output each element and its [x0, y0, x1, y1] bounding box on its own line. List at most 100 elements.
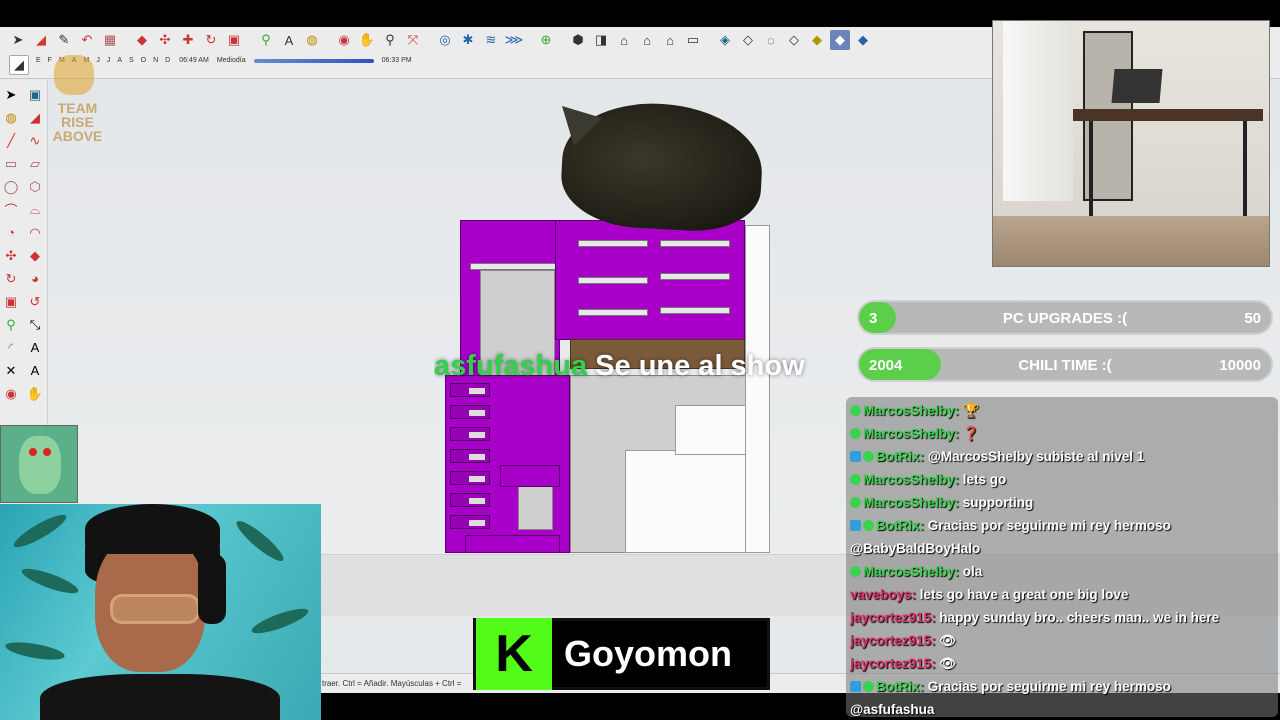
pan-icon[interactable]: ✋	[24, 383, 46, 404]
side-panel	[745, 225, 770, 553]
protractor-icon[interactable]: ◜	[0, 337, 22, 358]
desk-leg	[1243, 121, 1247, 216]
scale-icon[interactable]: ▣	[0, 291, 22, 312]
rotate-icon[interactable]: ↻	[0, 268, 22, 289]
left-view-icon[interactable]: ▭	[683, 30, 703, 50]
circle-icon[interactable]: ◯	[0, 176, 22, 197]
wardrobe-model[interactable]	[440, 215, 775, 555]
chat-username[interactable]: MarcosShelby	[863, 564, 955, 579]
shadow-icon[interactable]: ◆	[853, 30, 873, 50]
chat-username[interactable]: BotRix	[876, 518, 920, 533]
chat-message: jaycortez915: 👁	[850, 629, 1274, 652]
paint-bucket-icon[interactable]: ◍	[0, 107, 22, 128]
mascot-avatar	[0, 425, 78, 503]
iso-view-icon[interactable]: ⬢	[568, 30, 588, 50]
floor	[993, 216, 1269, 266]
line-icon[interactable]: ╱	[0, 130, 22, 151]
month-label[interactable]: O	[141, 57, 147, 64]
home-icon[interactable]: ⌂	[660, 30, 680, 50]
offset-icon[interactable]: ↺	[24, 291, 46, 312]
monochrome-icon[interactable]: ◆	[830, 30, 850, 50]
zoom-extents-icon[interactable]: ⤧	[403, 30, 423, 50]
shelf	[578, 309, 648, 316]
rotated-rectangle-icon[interactable]: ▱	[24, 153, 46, 174]
mascot-face	[19, 436, 61, 494]
leaf	[4, 638, 66, 664]
axes-icon[interactable]: ✕	[0, 360, 22, 381]
month-label[interactable]: S	[129, 57, 135, 64]
top-view-icon[interactable]: ◨	[591, 30, 611, 50]
goal-target: 50	[1244, 310, 1261, 327]
pan-icon[interactable]: ✋	[357, 30, 377, 50]
month-label[interactable]: N	[153, 57, 159, 64]
polygon-icon[interactable]: ⬡	[24, 176, 46, 197]
text-icon[interactable]: A	[279, 30, 299, 50]
month-label[interactable]: D	[165, 57, 171, 64]
tape-icon[interactable]: ⚲	[0, 314, 22, 335]
rectangle-icon[interactable]: ▦	[100, 30, 120, 50]
move-icon[interactable]: ✣	[155, 30, 175, 50]
hidden-line-icon[interactable]: ◌	[761, 30, 781, 50]
time-start-label: 06:49 AM	[179, 57, 209, 64]
bot-badge-icon	[850, 451, 861, 462]
chat-message: MarcosShelby: lets go	[850, 468, 1274, 491]
front-view-icon[interactable]: ⌂	[614, 30, 634, 50]
select-icon[interactable]: ➤	[0, 84, 22, 105]
paint-icon[interactable]: ✎	[54, 30, 74, 50]
push-pull-icon[interactable]: ◆	[132, 30, 152, 50]
shaded-icon[interactable]: ◇	[784, 30, 804, 50]
warehouse-icon[interactable]: ⊕	[536, 30, 556, 50]
orbit-icon[interactable]: ◉	[334, 30, 354, 50]
shelf	[578, 277, 648, 284]
chat-username[interactable]: BotRix	[876, 679, 920, 694]
chat-username[interactable]: MarcosShelby	[863, 403, 955, 418]
textured-icon[interactable]: ◆	[807, 30, 827, 50]
xray-icon[interactable]: ◈	[715, 30, 735, 50]
arc-icon[interactable]: ⌒	[0, 199, 22, 220]
eraser-icon[interactable]: ◢	[31, 30, 51, 50]
select-icon[interactable]: ➤	[8, 30, 28, 50]
styles-icon[interactable]: ≋	[481, 30, 501, 50]
text-icon[interactable]: A	[24, 337, 46, 358]
section-icon[interactable]: ◎	[435, 30, 455, 50]
rectangle-icon[interactable]: ▭	[0, 153, 22, 174]
stair-step	[450, 405, 490, 419]
time-slider[interactable]	[253, 58, 374, 63]
push-pull-icon[interactable]: ◆	[24, 245, 46, 266]
chat-username[interactable]: MarcosShelby	[863, 495, 955, 510]
wireframe-icon[interactable]: ◇	[738, 30, 758, 50]
status-text: traer. Ctrl = Añadir. Mayúsculas + Ctrl …	[322, 679, 462, 688]
chat-username[interactable]: MarcosShelby	[863, 426, 955, 441]
right-view-icon[interactable]: ⌂	[637, 30, 657, 50]
3d-text-icon[interactable]: A	[24, 360, 46, 381]
tape-icon[interactable]: ⚲	[256, 30, 276, 50]
rotate-icon[interactable]: ✚	[178, 30, 198, 50]
orbit-icon[interactable]: ◉	[0, 383, 22, 404]
offset-icon[interactable]: ▣	[224, 30, 244, 50]
chat-message: MarcosShelby: 🏆	[850, 399, 1274, 422]
shelf	[470, 263, 558, 270]
eraser-icon[interactable]: ◢	[9, 55, 29, 75]
chat-username[interactable]: jaycortez915	[850, 633, 931, 648]
chat-username[interactable]: BotRix	[876, 449, 920, 464]
scenes-icon[interactable]: ⋙	[504, 30, 524, 50]
stair-step	[450, 427, 490, 441]
three-point-arc-icon[interactable]: ◠	[24, 222, 46, 243]
team-logo: TEAM RISE ABOVE	[40, 55, 115, 155]
shelf	[660, 307, 730, 314]
layers-icon[interactable]: ✱	[458, 30, 478, 50]
chat-username[interactable]: jaycortez915	[850, 610, 931, 625]
scale-icon[interactable]: ↻	[201, 30, 221, 50]
two-point-arc-icon[interactable]: ⌓	[24, 199, 46, 220]
paint-bucket-icon[interactable]: ◍	[302, 30, 322, 50]
dimension-icon[interactable]: ⤡	[24, 314, 46, 335]
month-label[interactable]: A	[117, 57, 123, 64]
zoom-icon[interactable]: ⚲	[380, 30, 400, 50]
follow-me-icon[interactable]: ◕	[24, 268, 46, 289]
move-icon[interactable]: ✣	[0, 245, 22, 266]
chat-username[interactable]: vaveboys	[850, 587, 912, 602]
line-icon[interactable]: ↶	[77, 30, 97, 50]
chat-username[interactable]: MarcosShelby	[863, 472, 955, 487]
pie-icon[interactable]: ◔	[0, 222, 22, 243]
chat-username[interactable]: jaycortez915	[850, 656, 931, 671]
